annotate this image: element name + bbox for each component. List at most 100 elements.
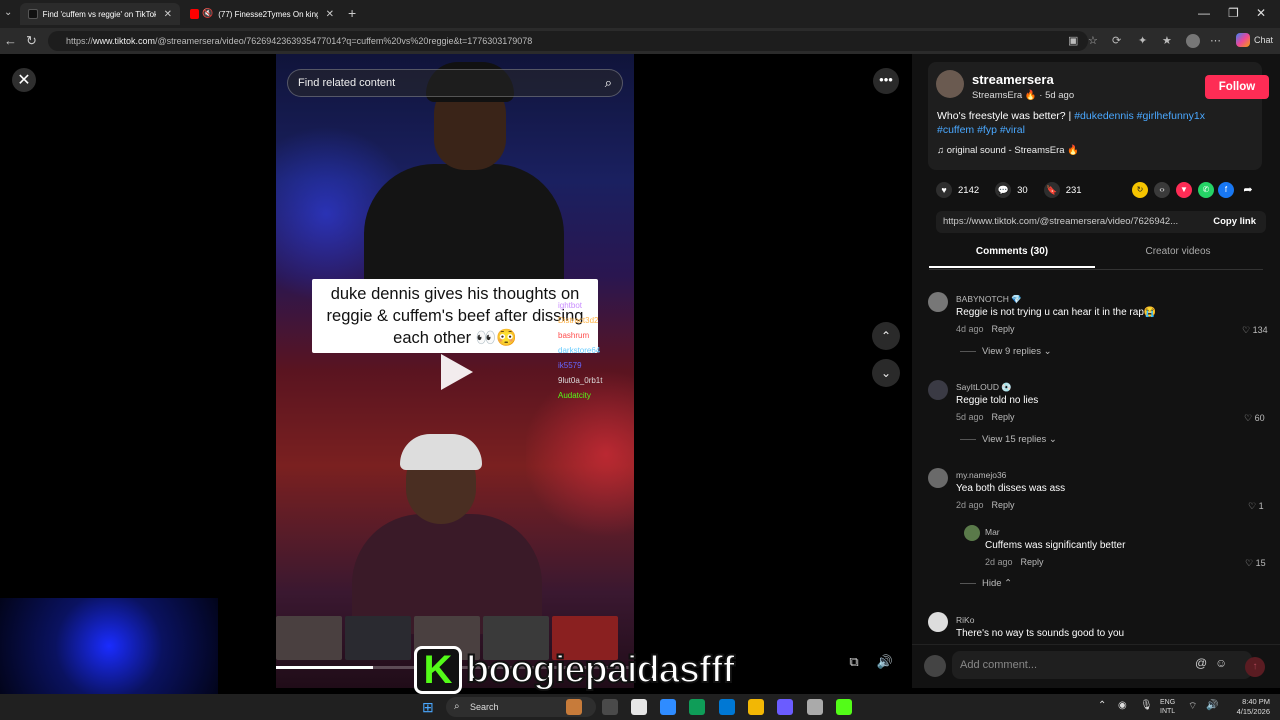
facebook-icon[interactable]: f <box>1218 182 1234 198</box>
description-text: Who's freestyle was better? | <box>937 110 1072 122</box>
comment-like-button[interactable]: ♡ 60 <box>1244 413 1265 424</box>
more-options-button[interactable]: ••• <box>873 68 899 94</box>
follow-button[interactable]: Follow <box>1205 75 1269 99</box>
tab-creator-videos[interactable]: Creator videos <box>1095 246 1261 268</box>
like-button[interactable]: ♥ 2142 <box>936 182 979 198</box>
embed-icon[interactable]: ‹› <box>1154 182 1170 198</box>
avatar[interactable] <box>936 70 964 98</box>
browser-address-bar: ← ↻ https://www.tiktok.com/@streamersera… <box>0 28 1280 54</box>
play-icon[interactable] <box>441 354 473 390</box>
heart-icon: ♥ <box>936 182 952 198</box>
microphone-icon[interactable]: 🎙 <box>1140 700 1153 711</box>
chat-user: darkstore64 <box>558 346 601 355</box>
picture-in-picture-icon[interactable]: ⧉ <box>844 652 864 672</box>
tab-close-icon[interactable]: ✕ <box>164 9 172 20</box>
volume-icon[interactable]: 🔊 <box>875 652 895 672</box>
video-player[interactable]: Find related content ⌕ duke dennis gives… <box>276 54 634 688</box>
edge-app-icon[interactable] <box>719 699 735 715</box>
chat-user: 9lut0a_0rb1t <box>558 376 603 385</box>
comment-username[interactable]: BABYNOTCH 💎 <box>956 294 1022 305</box>
sound-link[interactable]: ♫ original sound - StreamsEra 🔥 <box>937 145 1079 156</box>
task-view-icon[interactable] <box>602 699 618 715</box>
back-icon[interactable]: ← <box>4 33 17 48</box>
reply-button[interactable]: Reply <box>992 324 1015 334</box>
share-more-icon[interactable]: ➦ <box>1240 182 1256 198</box>
view-replies-button[interactable]: View 9 replies ⌄ <box>960 346 1052 357</box>
comment-like-button[interactable]: ♡ 15 <box>1245 558 1266 569</box>
file-explorer-icon[interactable] <box>748 699 764 715</box>
copilot-app-icon[interactable] <box>660 699 676 715</box>
favorite-star-icon[interactable]: ☆ <box>1088 34 1098 47</box>
previous-video-button[interactable]: ⌃ <box>872 322 900 350</box>
menu-dots-icon[interactable]: ⋯ <box>1210 34 1221 47</box>
search-placeholder: Find related content <box>298 77 396 89</box>
language-indicator[interactable]: ENG INTL <box>1160 698 1175 716</box>
minimize-icon[interactable]: — <box>1198 6 1210 20</box>
comment-button[interactable]: 💬 30 <box>995 182 1028 198</box>
reader-view-icon[interactable]: ▣ <box>1068 34 1078 47</box>
hide-replies-button[interactable]: Hide ⌃ <box>960 578 1012 589</box>
hashtag-links[interactable]: #dukedennis #girlhefunny1x <box>1074 110 1205 122</box>
taskbar-app-icon[interactable] <box>689 699 705 715</box>
browser-tab-youtube[interactable]: 🔇 (77) Finesse2Tymes On king I ✕ <box>182 3 342 25</box>
muted-speaker-icon[interactable]: 🔇 <box>202 8 213 19</box>
favorites-icon[interactable]: ★ <box>1162 34 1172 47</box>
puzzle-icon[interactable]: ✦ <box>1138 34 1147 47</box>
tray-app-icon[interactable]: ◉ <box>1118 700 1127 711</box>
close-video-button[interactable]: ✕ <box>12 68 36 92</box>
share-link-url: https://www.tiktok.com/@streamersera/vid… <box>943 216 1179 227</box>
avatar[interactable] <box>928 292 948 312</box>
comment-username[interactable]: my.namejo36 <box>956 470 1006 480</box>
find-related-search-input[interactable]: Find related content ⌕ <box>287 69 623 97</box>
chat-user: Distract3d2 <box>558 316 599 325</box>
comment-text: Yea both disses was ass <box>956 483 1066 494</box>
comment-username[interactable]: SayItLOUD 💿 <box>956 382 1012 393</box>
url-field[interactable]: https://www.tiktok.com/@streamersera/vid… <box>48 31 1088 51</box>
search-icon[interactable]: ⌕ <box>605 70 612 96</box>
emoji-icon[interactable]: ☺ <box>1215 656 1227 670</box>
author-username[interactable]: streamersera <box>972 72 1054 87</box>
reply-button[interactable]: Reply <box>992 500 1015 510</box>
copilot-chat-button[interactable]: Chat <box>1236 33 1273 47</box>
comment-like-button[interactable]: ♡ 134 <box>1242 325 1268 336</box>
extensions-icon[interactable]: ⟳ <box>1112 34 1121 47</box>
send-comment-button[interactable]: ↑ <box>1245 657 1265 677</box>
comment-username[interactable]: Mar <box>985 527 1000 537</box>
restore-icon[interactable]: ❐ <box>1228 6 1239 20</box>
system-clock[interactable]: 8:40 PM 4/15/2026 <box>1226 697 1270 717</box>
tab-comments[interactable]: Comments (30) <box>929 246 1095 268</box>
avatar[interactable] <box>928 380 948 400</box>
tab-close-icon[interactable]: ✕ <box>326 9 334 20</box>
new-tab-button[interactable]: + <box>348 5 356 21</box>
repost-icon[interactable]: ↻ <box>1132 182 1148 198</box>
reply-button[interactable]: Reply <box>992 412 1015 422</box>
browser-tab-tiktok[interactable]: Find 'cuffem vs reggie' on TikTok | ✕ <box>20 3 180 25</box>
refresh-icon[interactable]: ↻ <box>26 33 37 49</box>
tab-list-chevron-icon[interactable]: ⌄ <box>4 7 12 18</box>
obs-app-icon[interactable] <box>807 699 823 715</box>
tray-chevron-icon[interactable]: ⌃ <box>1098 700 1106 711</box>
comment-like-button[interactable]: ♡ 1 <box>1248 501 1264 512</box>
speaker-icon[interactable]: 🔊 <box>1206 700 1218 711</box>
next-video-button[interactable]: ⌄ <box>872 359 900 387</box>
copy-link-button[interactable]: Copy link <box>1213 211 1256 233</box>
mention-icon[interactable]: @ <box>1195 656 1207 670</box>
avatar[interactable] <box>964 525 980 541</box>
kick-app-icon[interactable] <box>836 699 852 715</box>
comment-username[interactable]: RiKo <box>956 615 974 625</box>
windows-start-icon[interactable]: ⊞ <box>422 699 438 715</box>
whatsapp-icon[interactable]: ✆ <box>1198 182 1214 198</box>
wifi-icon[interactable]: ⌔ <box>1188 700 1197 713</box>
send-to-friends-icon[interactable]: ▼ <box>1176 182 1192 198</box>
reply-button[interactable]: Reply <box>1021 557 1044 567</box>
profile-avatar[interactable] <box>1186 34 1200 48</box>
hashtag-links[interactable]: #cuffem #fyp #viral <box>937 124 1025 136</box>
save-button[interactable]: 🔖 231 <box>1043 182 1082 198</box>
avatar[interactable] <box>928 612 948 632</box>
taskbar-app-icon[interactable] <box>631 699 647 715</box>
avatar[interactable] <box>928 468 948 488</box>
taskbar-app-icon[interactable] <box>777 699 793 715</box>
view-replies-button[interactable]: View 15 replies ⌄ <box>960 434 1057 445</box>
taskbar-app-icon[interactable] <box>566 699 582 715</box>
window-close-icon[interactable]: ✕ <box>1256 6 1266 20</box>
